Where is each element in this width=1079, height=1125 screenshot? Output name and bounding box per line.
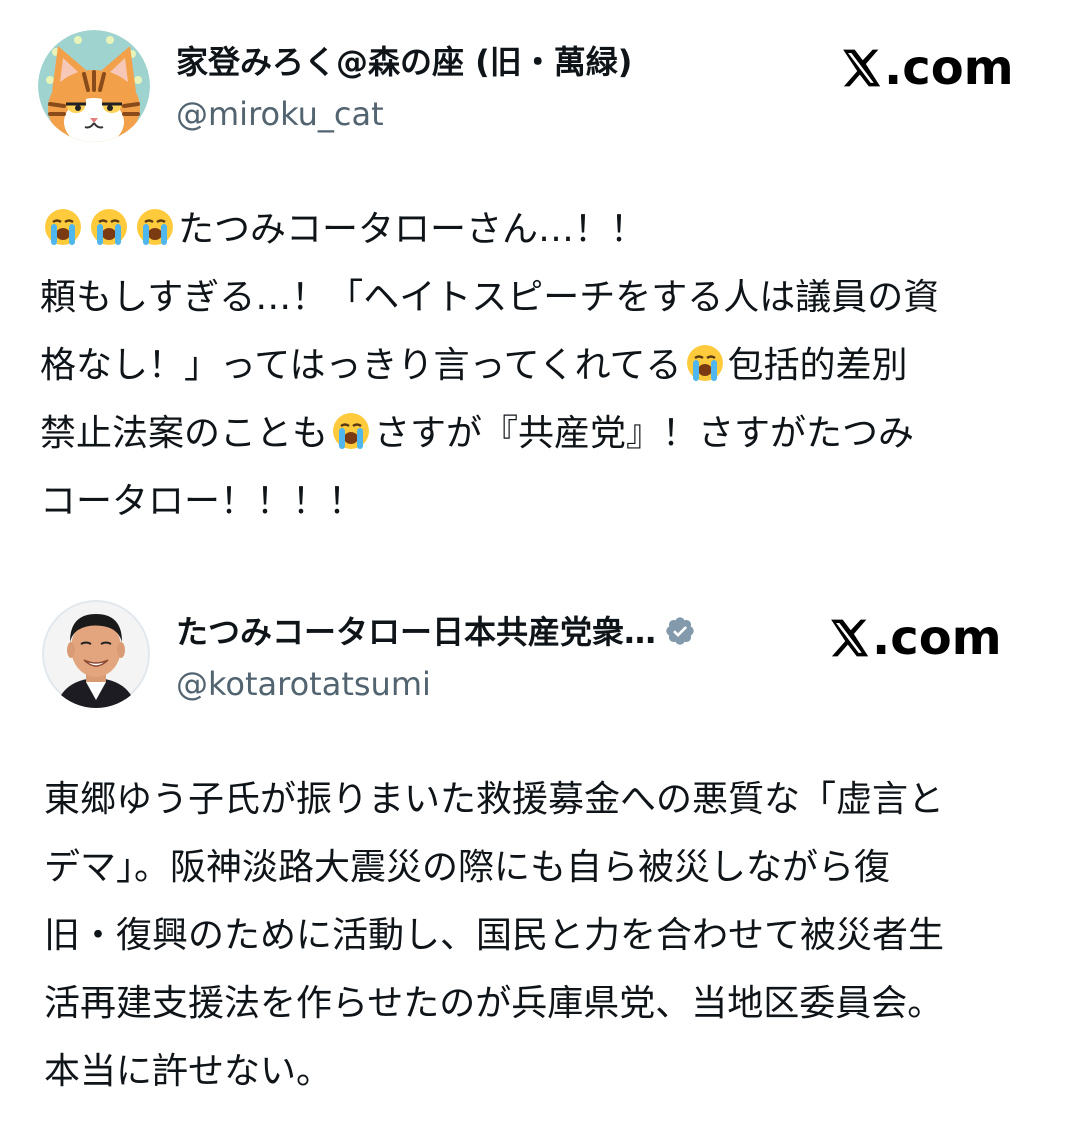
- text-line: たつみコータローさん…！！: [40, 196, 1040, 264]
- loudly-crying-face-icon: [333, 413, 370, 449]
- tweet-header: たつみコータロー日本共産党衆… @kotarotatsumi .com: [38, 598, 1038, 713]
- tweet-text: たつみコータローさん…！！ 頼もしすぎる…！「ヘイトスピーチをする人は議員の資 …: [40, 196, 1040, 536]
- tweet-card: たつみコータロー日本共産党衆… @kotarotatsumi .com 東郷ゆう…: [0, 570, 1079, 1125]
- user-names: 家登みろく@森の座 (旧・萬緑) @miroku_cat: [176, 40, 776, 136]
- text-segment: 頼もしすぎる…！「ヘイトスピーチをする人は議員の資: [40, 277, 940, 318]
- tweet-card: 家登みろく@森の座 (旧・萬緑) @miroku_cat .com たつみコータ…: [0, 0, 1079, 560]
- display-name[interactable]: 家登みろく@森の座 (旧・萬緑): [176, 40, 776, 84]
- user-handle[interactable]: @miroku_cat: [176, 92, 776, 136]
- text-line: コータロー！！！！: [40, 468, 1040, 536]
- text-line: 東郷ゆう子氏が振りまいた救援募金への悪質な「虚言と: [44, 779, 945, 820]
- text-line: 格なし！」ってはっきり言ってくれてる 包括的差別: [40, 332, 1040, 400]
- text-segment: 格なし！」ってはっきり言ってくれてる: [40, 345, 682, 386]
- loudly-crying-face-icon: [91, 209, 127, 245]
- verified-badge-icon[interactable]: [664, 615, 696, 647]
- loudly-crying-face-icon: [137, 209, 173, 245]
- text-line: 活再建支援法を作らせたのが兵庫県党、当地区委員会。: [44, 983, 944, 1024]
- text-segment: 禁止法案のことも: [40, 413, 329, 454]
- text-line: デマ」。阪神淡路大震災の際にも自ら被災しながら復: [44, 847, 891, 888]
- x-logo-icon: [843, 49, 881, 87]
- user-names: たつみコータロー日本共産党衆… @kotarotatsumi: [176, 610, 776, 706]
- text-segment: 包括的差別: [727, 345, 908, 386]
- text-line: 旧・復興のために活動し、国民と力を合わせて被災者生: [44, 915, 945, 956]
- x-com-text: .com: [872, 610, 1002, 666]
- display-name[interactable]: たつみコータロー日本共産党衆…: [176, 613, 656, 651]
- display-name-row: たつみコータロー日本共産党衆…: [176, 610, 776, 654]
- avatar[interactable]: [42, 600, 150, 708]
- user-handle[interactable]: @kotarotatsumi: [176, 662, 776, 706]
- text-line: 頼もしすぎる…！「ヘイトスピーチをする人は議員の資: [40, 264, 1040, 332]
- text-segment: さすが『共産党』！さすがたつみ: [374, 413, 915, 454]
- loudly-crying-face-icon: [686, 345, 723, 381]
- text-line: 禁止法案のことも さすが『共産党』！さすがたつみ: [40, 400, 1040, 468]
- tweet-header: 家登みろく@森の座 (旧・萬緑) @miroku_cat .com: [38, 28, 1038, 143]
- x-com-logo: .com: [826, 610, 1002, 666]
- text-line: 本当に許せない。: [44, 1051, 333, 1092]
- cat-avatar-icon: [38, 30, 150, 142]
- x-com-text: .com: [884, 40, 1014, 96]
- x-logo-icon: [831, 619, 869, 657]
- text-segment: たつみコータローさん…！！: [178, 209, 647, 250]
- person-avatar-icon: [42, 600, 150, 708]
- x-com-logo: .com: [838, 40, 1014, 96]
- avatar[interactable]: [38, 30, 150, 142]
- tweet-text: 東郷ゆう子氏が振りまいた救援募金への悪質な「虚言と デマ」。阪神淡路大震災の際に…: [44, 766, 1044, 1106]
- loudly-crying-face-icon: [45, 209, 81, 245]
- text-segment: コータロー！！！！: [40, 481, 365, 522]
